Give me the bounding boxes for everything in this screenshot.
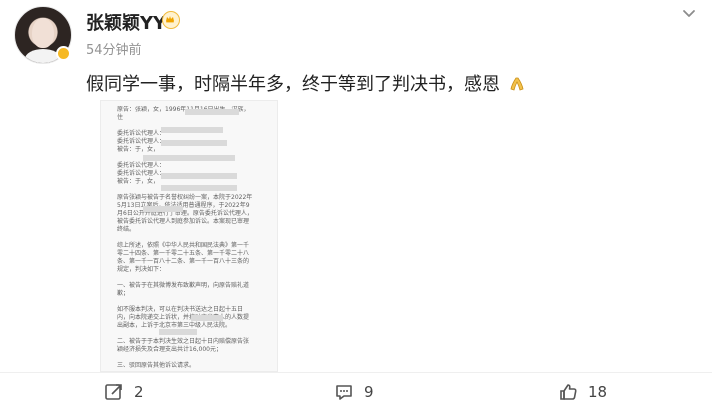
like-icon (558, 382, 578, 402)
share-icon (104, 382, 124, 402)
chevron-down-icon[interactable] (682, 5, 696, 19)
comment-icon (334, 382, 354, 402)
verified-badge-icon (56, 46, 71, 61)
redaction-block (161, 140, 227, 146)
comment-count: 9 (364, 383, 374, 401)
redaction-block (143, 206, 183, 212)
crown-icon (162, 11, 180, 29)
share-button[interactable]: 2 (104, 382, 144, 402)
post-text: 假同学一事，时隔半年多，终于等到了判决书，感恩 (86, 70, 526, 96)
avatar-face (32, 18, 54, 48)
like-count: 18 (588, 383, 608, 401)
post-actions-bar: 2 9 18 (0, 372, 712, 407)
comment-button[interactable]: 9 (334, 382, 374, 402)
judgment-document-image[interactable]: 原告：张颖，女，1996年11月16日出生，汉族，住 委托诉讼代理人： 委托诉讼… (100, 100, 278, 372)
redaction-block (185, 109, 239, 115)
redaction-block (191, 315, 223, 321)
share-count: 2 (134, 383, 144, 401)
like-button[interactable]: 18 (558, 382, 607, 402)
redaction-block (161, 185, 237, 191)
post-time: 54分钟前 (86, 43, 142, 58)
username[interactable]: 张颖颖YY (86, 9, 166, 35)
redaction-block (161, 173, 237, 179)
redaction-block (143, 155, 235, 161)
redaction-block (159, 329, 197, 335)
pray-hands-icon (508, 76, 526, 92)
post-content: 假同学一事，时隔半年多，终于等到了判决书，感恩 (86, 74, 500, 95)
redaction-block (161, 127, 223, 133)
